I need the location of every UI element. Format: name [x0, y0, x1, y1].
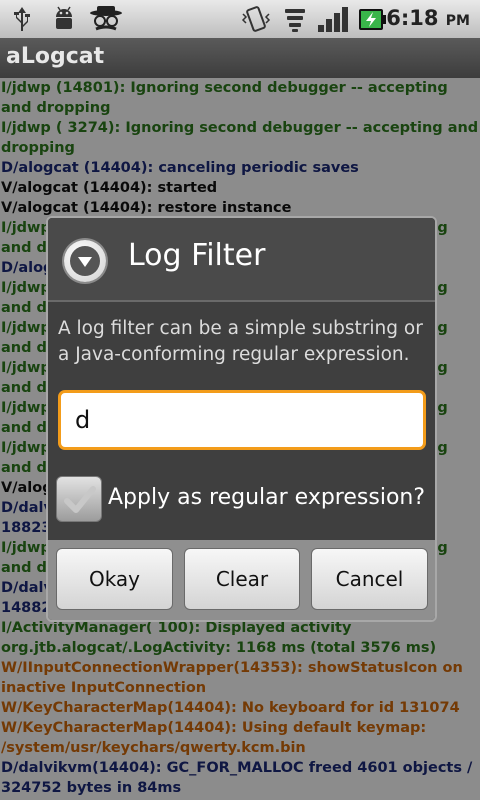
clear-button[interactable]: Clear [184, 548, 300, 610]
dialog-message: A log filter can be a simple substring o… [58, 318, 423, 365]
dialog-title: Log Filter [128, 238, 266, 273]
regex-checkbox-row[interactable]: Apply as regular expression? [56, 476, 431, 526]
filter-input[interactable] [58, 390, 426, 450]
checkmark-icon [64, 486, 96, 513]
cancel-button[interactable]: Cancel [311, 548, 428, 610]
wifi-icon [285, 9, 305, 32]
dialog-button-bar: Okay Clear Cancel [48, 540, 435, 620]
dialog-header: Log Filter [48, 218, 435, 302]
app-title-bar: aLogcat [0, 38, 480, 78]
usb-icon [14, 7, 30, 31]
android-debug-icon [56, 6, 72, 29]
vibrate-icon [241, 6, 271, 32]
status-clock: 6:18 PM [386, 6, 470, 30]
app-title: aLogcat [6, 44, 105, 69]
battery-charging-icon [359, 9, 386, 30]
regex-checkbox[interactable] [56, 476, 102, 522]
log-filter-dialog: Log Filter A log filter can be a simple … [46, 216, 437, 622]
status-bar: 6:18 PM [0, 0, 480, 39]
okay-button[interactable]: Okay [56, 548, 173, 610]
regex-checkbox-label: Apply as regular expression? [108, 485, 426, 510]
spy-icon [90, 6, 122, 31]
signal-icon [318, 7, 348, 32]
dropdown-circle-icon [64, 240, 106, 282]
